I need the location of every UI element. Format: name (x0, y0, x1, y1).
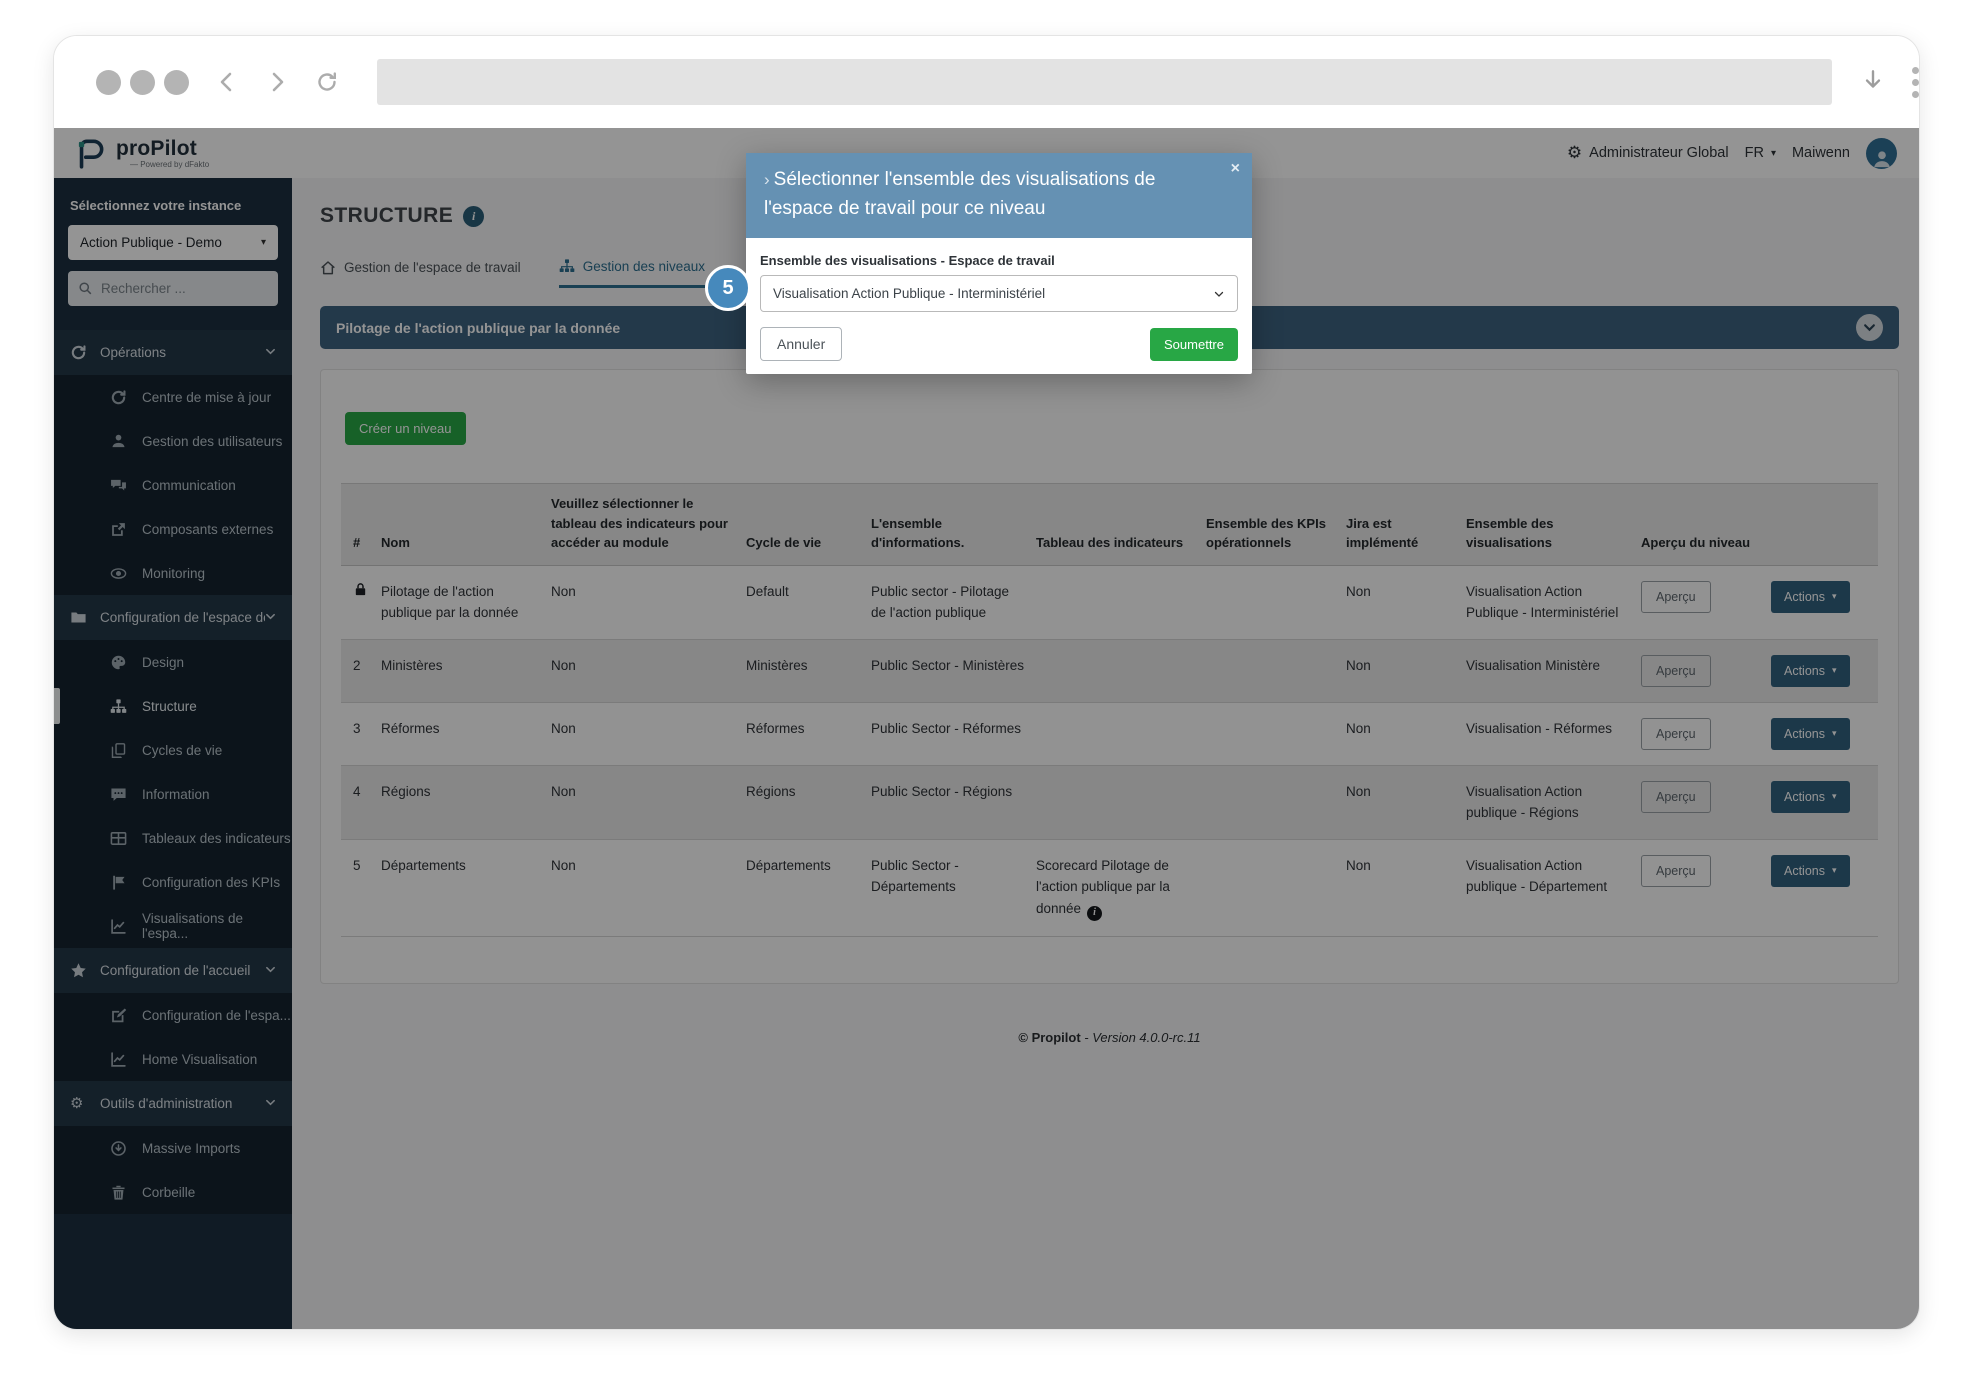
page: proPilot — Powered by dFakto ⚙ Administr… (0, 0, 1973, 1384)
forward-button[interactable] (265, 70, 289, 94)
submit-button[interactable]: Soumettre (1150, 328, 1238, 361)
chevron-right-icon: › (764, 170, 770, 189)
window-dot[interactable] (96, 70, 121, 95)
select-value: Visualisation Action Publique - Intermin… (773, 286, 1045, 301)
reload-button[interactable] (315, 70, 339, 94)
modal-title: ›Sélectionner l'ensemble des visualisati… (764, 166, 1236, 223)
browser-chrome (54, 36, 1919, 128)
modal-title-text: Sélectionner l'ensemble des visualisatio… (764, 169, 1155, 219)
modal-header: ›Sélectionner l'ensemble des visualisati… (746, 153, 1252, 238)
visualisations-select[interactable]: Visualisation Action Publique - Intermin… (760, 275, 1238, 312)
window-controls (96, 70, 189, 95)
window-dot[interactable] (130, 70, 155, 95)
cancel-button[interactable]: Annuler (760, 327, 842, 361)
modal-body: Ensemble des visualisations - Espace de … (746, 238, 1252, 374)
close-icon[interactable]: × (1231, 161, 1240, 177)
visualisations-modal: ›Sélectionner l'ensemble des visualisati… (746, 153, 1252, 374)
annotation-badge-5: 5 (705, 265, 751, 311)
menu-kebab-icon[interactable] (1912, 67, 1919, 98)
select-label: Ensemble des visualisations - Espace de … (760, 253, 1238, 268)
download-icon[interactable] (1860, 67, 1886, 98)
url-bar[interactable] (377, 59, 1832, 105)
chevron-down-icon (1213, 288, 1225, 300)
modal-footer: Annuler Soumettre (760, 327, 1238, 361)
browser-window: proPilot — Powered by dFakto ⚙ Administr… (53, 35, 1920, 1330)
window-dot[interactable] (164, 70, 189, 95)
web-page: proPilot — Powered by dFakto ⚙ Administr… (54, 128, 1919, 1330)
back-button[interactable] (215, 70, 239, 94)
